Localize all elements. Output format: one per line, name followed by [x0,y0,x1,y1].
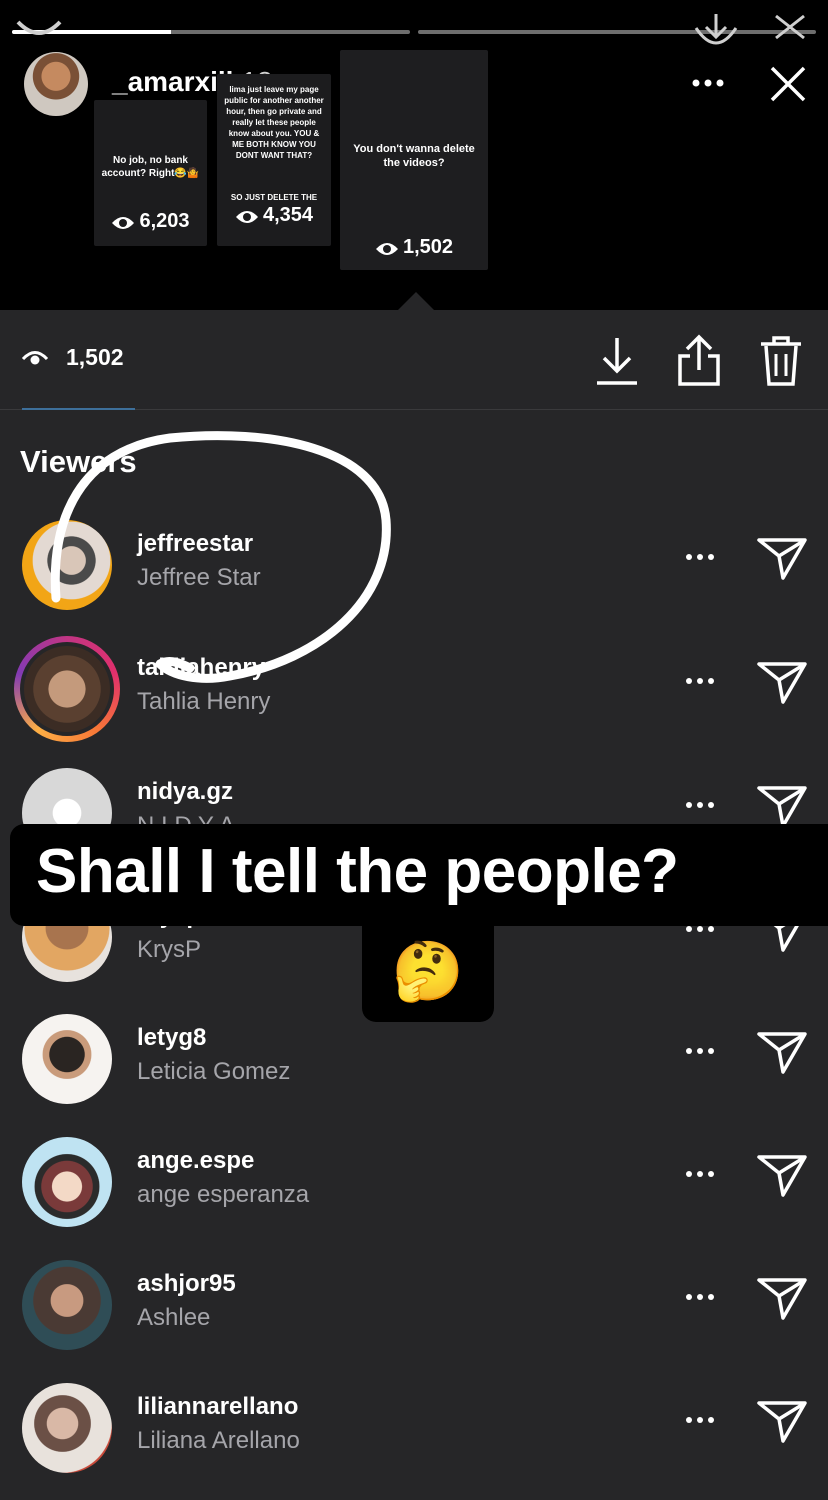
viewer-avatar[interactable] [22,1260,112,1350]
more-options-icon[interactable] [684,790,716,820]
viewer-username[interactable]: ashjor95 [137,1270,236,1298]
viewer-row[interactable]: ange.espe ange esperanza [0,1131,828,1251]
more-options-icon[interactable] [684,1036,716,1066]
viewer-avatar[interactable] [22,1014,112,1104]
send-message-icon[interactable] [756,1276,808,1322]
send-message-icon[interactable] [756,1153,808,1199]
viewer-fullname: Liliana Arellano [137,1427,300,1454]
viewer-username[interactable]: letyg8 [137,1024,206,1052]
send-message-icon[interactable] [756,1030,808,1076]
viewer-row[interactable]: ashjor95 Ashlee [0,1254,828,1374]
viewer-row[interactable]: letyg8 Leticia Gomez [0,1008,828,1128]
more-options-icon[interactable] [684,1282,716,1312]
viewer-avatar[interactable] [22,1137,112,1227]
emoji-background: 🤔 [362,926,494,1022]
more-options-icon[interactable] [684,1405,716,1435]
viewer-fullname: ange esperanza [137,1181,310,1208]
viewer-username[interactable]: liliannarellano [137,1393,298,1421]
viewer-avatar[interactable] [22,1383,112,1473]
viewer-fullname: Leticia Gomez [137,1058,291,1085]
send-message-icon[interactable] [756,1399,808,1445]
drawn-circle-annotation [50,431,391,683]
viewer-username[interactable]: ange.espe [137,1147,254,1175]
viewer-row[interactable]: liliannarellano Liliana Arellano [0,1377,828,1497]
viewer-fullname: Ashlee [137,1304,211,1331]
viewer-fullname: KrysP [137,936,202,963]
more-options-icon[interactable] [684,1159,716,1189]
caption-text: Shall I tell the people? [36,837,679,906]
viewer-username[interactable]: nidya.gz [137,778,233,806]
thinking-face-emoji: 🤔 [391,939,465,1004]
